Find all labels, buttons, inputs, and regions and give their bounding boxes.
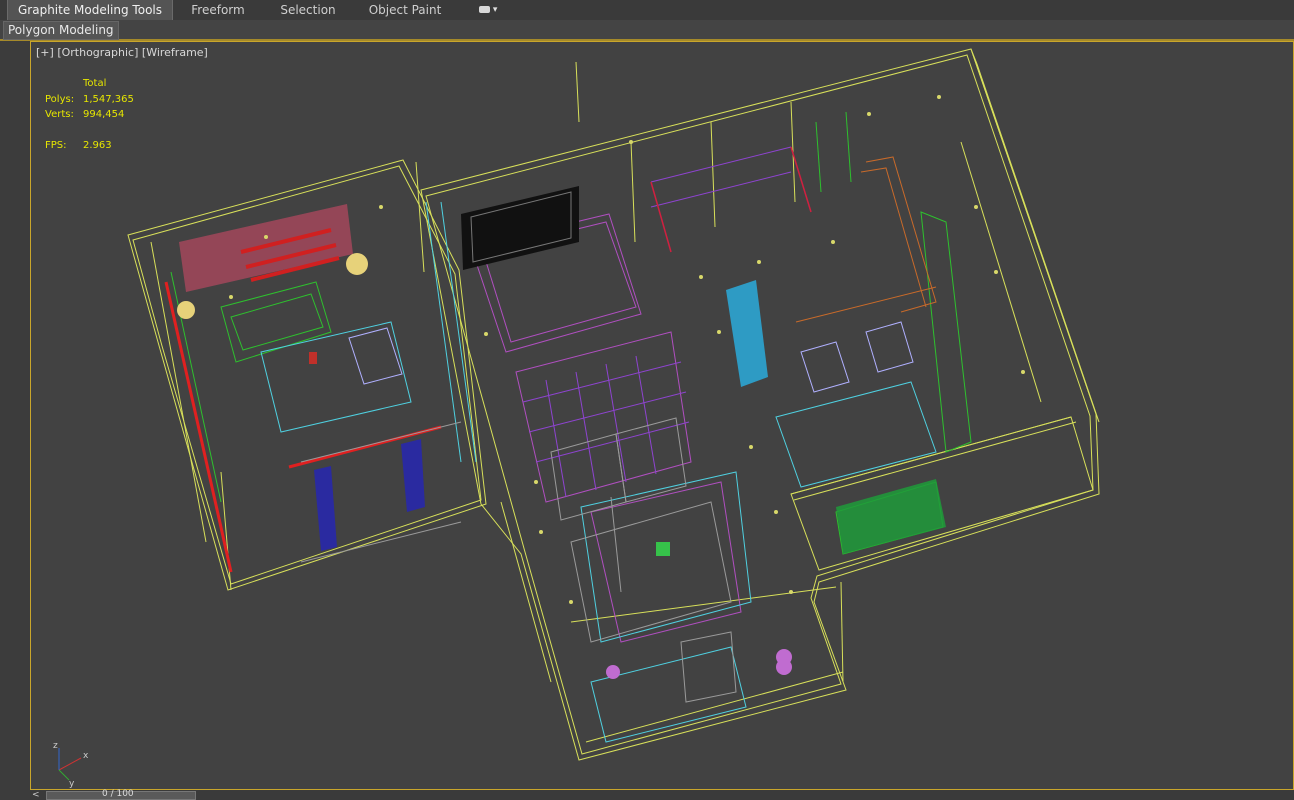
chevron-down-icon: ▾ [492,5,498,15]
time-slider[interactable]: 0 / 100 [46,789,196,800]
axis-y-label: y [69,779,75,789]
dropdown-arrow-icon [479,6,490,13]
verts-label: Verts: [45,109,74,120]
tab-selection[interactable]: Selection [268,0,348,20]
tab-polygon-modeling[interactable]: Polygon Modeling [3,21,119,40]
time-slider-label: 0 / 100 [102,789,134,799]
bottom-time-bar: < 0 / 100 [30,789,1294,800]
axis-z-label: z [53,741,58,751]
viewport-label: [+] [Orthographic] [Wireframe] [36,46,208,59]
ribbon-dropdown-button[interactable]: ▾ [479,4,505,16]
fps-value: 2.963 [83,140,112,151]
stats-header: Total [83,78,107,89]
tab-freeform[interactable]: Freeform [176,0,260,20]
tab-graphite-modeling-tools[interactable]: Graphite Modeling Tools [7,0,173,20]
polys-value: 1,547,365 [83,93,134,105]
ribbon-tab-bar: Graphite Modeling Tools Freeform Selecti… [0,0,1294,20]
tab-object-paint[interactable]: Object Paint [360,0,450,20]
viewport-view-menu[interactable]: [Orthographic] [57,46,138,59]
wireframe-scene[interactable]: x z y [31,42,1293,789]
perspective-viewport[interactable]: x z y [+] [Orthographic] [Wireframe] Tot… [30,41,1294,790]
verts-value: 994,454 [83,109,125,120]
fps-label: FPS: [45,140,67,151]
ribbon-subbar: Polygon Modeling [0,20,1294,41]
viewport-plus-menu[interactable]: [+] [36,46,54,59]
axis-x-label: x [83,751,89,761]
time-prev-arrow-icon[interactable]: < [32,790,40,800]
left-command-strip [0,41,30,800]
cyan-box-object [726,280,768,387]
viewport-shading-menu[interactable]: [Wireframe] [142,46,208,59]
axis-gizmo: x z y [53,741,89,789]
polys-label: Polys: [45,93,75,105]
